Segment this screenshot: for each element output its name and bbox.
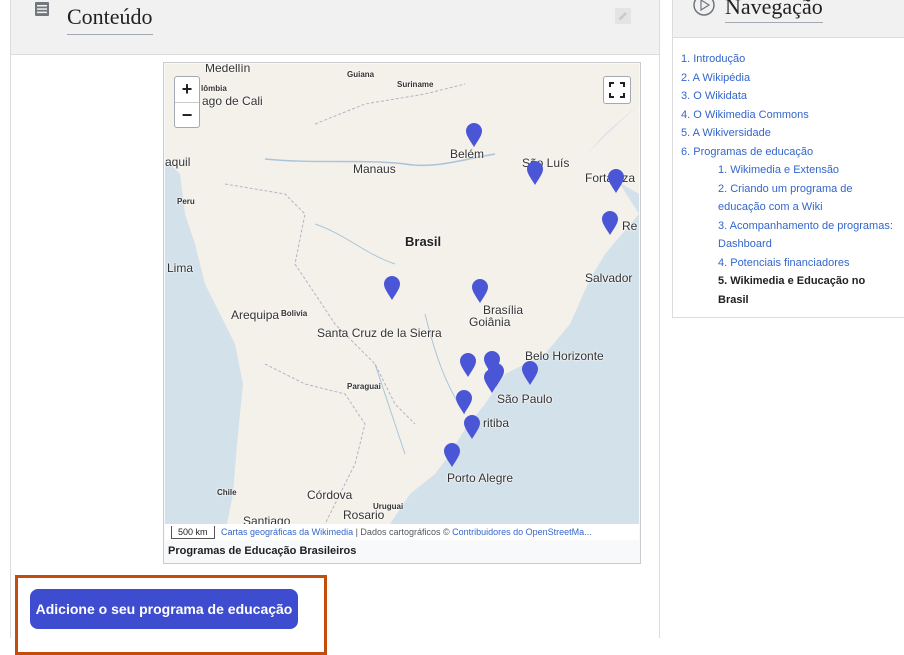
navigation-header: Navegação [673, 0, 904, 38]
map-marker[interactable] [459, 352, 477, 378]
map-marker[interactable] [483, 368, 501, 394]
map-attribution: 500 km Cartas geográficas da Wikimedia |… [165, 524, 639, 540]
map-label-peru: Peru [177, 197, 195, 206]
map-marker[interactable] [521, 360, 539, 386]
map-label-lima: Lima [167, 261, 194, 275]
nav-subitem: 3. Acompanhamento de programas: Dashboar… [718, 217, 904, 254]
map-label-sao-paulo: São Paulo [497, 392, 553, 406]
map-label-manaus: Manaus [353, 162, 396, 176]
nav-current-page: 5. Wikimedia e Educação no Brasil [718, 275, 866, 306]
map-label-belem: Belém [450, 147, 485, 161]
nav-item: 6. Programas de educação 1. Wikimedia e … [681, 143, 904, 310]
nav-link-wikidata[interactable]: 3. O Wikidata [681, 90, 747, 102]
map-label-porto-alegre: Porto Alegre [447, 471, 514, 485]
map-marker[interactable] [383, 275, 401, 301]
map-label-aquil: aquil [165, 155, 191, 169]
nav-subitem: 2. Criando um programa de educação com a… [718, 180, 898, 217]
compass-icon [693, 0, 715, 16]
nav-item: 5. A Wikiversidade [681, 124, 904, 143]
map-label-rosario: Rosario [343, 508, 385, 522]
attribution-separator: | Dados cartográficos © [353, 527, 453, 537]
list-icon [35, 2, 49, 16]
navigation-title: Navegação [725, 0, 823, 23]
navigation-list: 1. Introdução 2. A Wikipédia 3. O Wikida… [681, 50, 904, 309]
map-terrain [165, 64, 639, 524]
map-marker[interactable] [607, 168, 625, 194]
nav-item: 1. Introdução [681, 50, 904, 69]
nav-link-wikiversidade[interactable]: 5. A Wikiversidade [681, 127, 771, 139]
map-marker[interactable] [443, 442, 461, 468]
nav-subitem: 4. Potenciais financiadores [718, 254, 904, 273]
nav-link-wikipedia[interactable]: 2. A Wikipédia [681, 72, 750, 84]
nav-link-extensao[interactable]: 1. Wikimedia e Extensão [718, 164, 839, 176]
nav-item: 4. O Wikimedia Commons [681, 106, 904, 125]
map-label-cali: ago de Cali [202, 94, 263, 108]
map-caption: Programas de Educação Brasileiros [168, 545, 357, 557]
map-figure: Medellín lômbia ago de Cali Guiana Surin… [163, 62, 641, 564]
map-label-chile: Chile [217, 488, 237, 497]
content-header: Conteúdo [10, 0, 660, 55]
nav-link-commons[interactable]: 4. O Wikimedia Commons [681, 109, 809, 121]
section-title: Conteúdo [67, 4, 153, 35]
nav-link-financiadores[interactable]: 4. Potenciais financiadores [718, 257, 849, 269]
map-label-recife: Re [622, 219, 638, 233]
navigation-panel: Navegação 1. Introdução 2. A Wikipédia 3… [672, 0, 904, 318]
map-label-medellin: Medellín [205, 64, 251, 75]
osm-contributors-link[interactable]: Contribuidores do OpenStreetMa... [452, 527, 592, 537]
edit-icon[interactable] [615, 8, 631, 24]
zoom-control: + − [174, 76, 200, 128]
map-label-cordoba: Córdova [307, 488, 353, 502]
map-label-suriname: Suriname [397, 80, 434, 89]
map-label-colombia: lômbia [201, 84, 227, 93]
map-label-curitiba: ritiba [483, 416, 510, 430]
map-label-brasil: Brasil [405, 234, 442, 249]
wikimedia-maps-link[interactable]: Cartas geográficas da Wikimedia [221, 527, 353, 537]
map-label-goiania: Goiânia [469, 315, 511, 329]
nav-subitem: 1. Wikimedia e Extensão [718, 161, 904, 180]
map-label-guiana: Guiana [347, 70, 375, 79]
map-label-santa-cruz: Santa Cruz de la Sierra [317, 326, 442, 340]
map-label-salvador: Salvador [585, 271, 633, 285]
fullscreen-icon [609, 82, 625, 98]
fullscreen-button[interactable] [603, 76, 631, 104]
nav-link-dashboard[interactable]: 3. Acompanhamento de programas: Dashboar… [681, 217, 904, 254]
map-label-paraguai: Paraguai [347, 382, 381, 391]
map-label-bolivia: Bolivia [281, 309, 308, 318]
map-label-arequipa: Arequipa [231, 308, 280, 322]
nav-item: 3. O Wikidata [681, 87, 904, 106]
nav-link-criando[interactable]: 2. Criando um programa de educação com a… [681, 180, 898, 217]
map-scale: 500 km [171, 526, 215, 539]
zoom-out-button[interactable]: − [175, 102, 199, 128]
add-education-program-button[interactable]: Adicione o seu programa de educação [30, 589, 298, 629]
map-marker[interactable] [465, 122, 483, 148]
nav-link-programas[interactable]: 6. Programas de educação [681, 146, 813, 158]
nav-item: 2. A Wikipédia [681, 69, 904, 88]
nav-subitem: 5. Wikimedia e Educação no Brasil [718, 272, 898, 309]
map-canvas[interactable]: Medellín lômbia ago de Cali Guiana Surin… [165, 64, 639, 524]
map-marker[interactable] [601, 210, 619, 236]
map-label-santiago: Santiago [243, 514, 291, 524]
map-marker[interactable] [463, 414, 481, 440]
map-marker[interactable] [526, 160, 544, 186]
nav-link-introducao[interactable]: 1. Introdução [681, 53, 745, 65]
zoom-in-button[interactable]: + [175, 77, 199, 102]
map-marker[interactable] [471, 278, 489, 304]
map-marker[interactable] [455, 389, 473, 415]
navigation-sublist: 1. Wikimedia e Extensão 2. Criando um pr… [681, 161, 904, 309]
